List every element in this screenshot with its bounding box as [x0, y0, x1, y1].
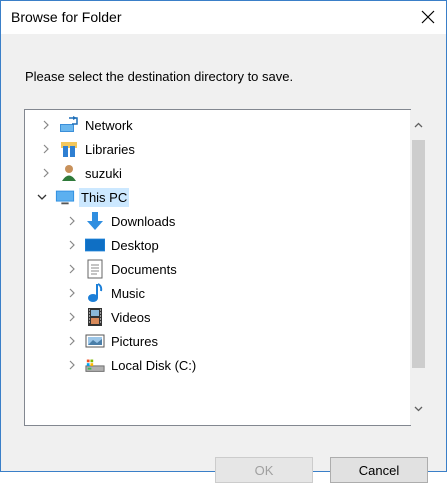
local-disk-icon — [85, 355, 105, 375]
downloads-icon — [85, 211, 105, 231]
tree-item-label: Pictures — [111, 333, 158, 349]
scroll-up-button[interactable] — [410, 116, 427, 133]
tree-item-label: Local Disk (C:) — [111, 357, 197, 373]
pictures-icon — [85, 331, 105, 351]
tree-item-local-disk[interactable]: Local Disk (C:) — [25, 353, 410, 377]
chevron-up-icon — [414, 122, 423, 127]
dialog-title: Browse for Folder — [11, 9, 122, 25]
chevron-right-icon[interactable] — [65, 334, 79, 348]
tree-item-label: This PC — [79, 187, 130, 207]
chevron-right-icon[interactable] — [65, 238, 79, 252]
network-icon — [59, 115, 79, 135]
ok-button[interactable]: OK — [215, 457, 313, 483]
tree-item-pictures[interactable]: Pictures — [25, 329, 410, 353]
tree-item-desktop[interactable]: Desktop — [25, 233, 410, 257]
user-icon — [59, 163, 79, 183]
chevron-down-icon — [414, 406, 423, 411]
chevron-right-icon[interactable] — [65, 310, 79, 324]
folder-tree[interactable]: Network Libraries suzuki This PC Downloa… — [24, 109, 427, 426]
tree-item-music[interactable]: Music — [25, 281, 410, 305]
tree-item-label: Music — [111, 285, 145, 301]
scroll-thumb[interactable] — [412, 140, 425, 368]
tree-item-network[interactable]: Network — [25, 113, 410, 137]
desktop-icon — [85, 235, 105, 255]
chevron-right-icon[interactable] — [65, 286, 79, 300]
close-icon — [421, 10, 435, 24]
documents-icon — [85, 259, 105, 279]
computer-icon — [55, 187, 75, 207]
chevron-right-icon[interactable] — [65, 262, 79, 276]
chevron-right-icon[interactable] — [39, 166, 53, 180]
tree-item-label: suzuki — [85, 165, 122, 181]
tree-item-label: Desktop — [111, 237, 159, 253]
title-bar: Browse for Folder — [1, 1, 446, 33]
cancel-button[interactable]: Cancel — [330, 457, 428, 483]
tree-item-downloads[interactable]: Downloads — [25, 209, 410, 233]
prompt-text: Please select the destination directory … — [25, 69, 294, 84]
close-button[interactable] — [410, 1, 446, 33]
tree-item-videos[interactable]: Videos — [25, 305, 410, 329]
chevron-down-icon[interactable] — [35, 190, 49, 204]
tree-item-this-pc[interactable]: This PC — [25, 185, 410, 209]
tree-item-user[interactable]: suzuki — [25, 161, 410, 185]
music-icon — [85, 283, 105, 303]
tree-item-label: Videos — [111, 309, 151, 325]
chevron-right-icon[interactable] — [39, 118, 53, 132]
tree-item-documents[interactable]: Documents — [25, 257, 410, 281]
videos-icon — [85, 307, 105, 327]
tree-item-label: Downloads — [111, 213, 176, 229]
browse-for-folder-dialog: Browse for Folder Please select the dest… — [0, 0, 447, 483]
chevron-right-icon[interactable] — [39, 142, 53, 156]
tree-item-label: Documents — [111, 261, 177, 277]
libraries-icon — [59, 139, 79, 159]
chevron-right-icon[interactable] — [65, 358, 79, 372]
chevron-right-icon[interactable] — [65, 214, 79, 228]
vertical-scrollbar[interactable] — [410, 110, 427, 425]
tree-item-label: Libraries — [85, 141, 135, 157]
tree-item-libraries[interactable]: Libraries — [25, 137, 410, 161]
dialog-body: Please select the destination directory … — [1, 34, 446, 483]
tree-item-label: Network — [85, 117, 133, 133]
scroll-down-button[interactable] — [410, 400, 427, 417]
